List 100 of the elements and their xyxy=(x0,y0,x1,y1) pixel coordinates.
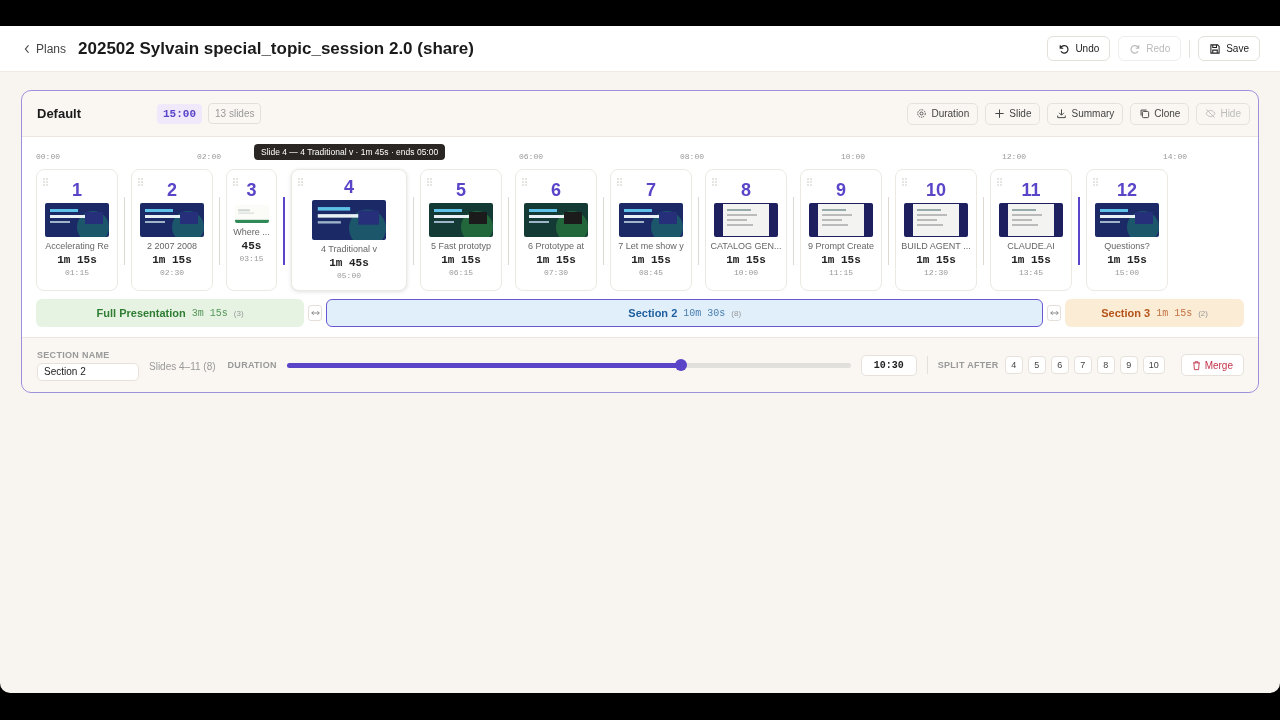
slide-number: 7 xyxy=(646,179,656,201)
resize-icon xyxy=(310,310,320,316)
chevron-left-icon xyxy=(24,43,30,54)
split-option-button[interactable]: 7 xyxy=(1073,356,1092,374)
slide-number: 8 xyxy=(741,179,751,201)
slide-card[interactable]: 6 6 Prototype at 1m 15s 07:30 xyxy=(515,169,597,291)
eye-off-icon xyxy=(1205,108,1217,119)
slide-card[interactable]: 3 Where ... 45s 03:15 xyxy=(226,169,277,291)
split-option-button[interactable]: 6 xyxy=(1050,356,1069,374)
slide-card[interactable]: 9 9 Prompt Create 1m 15s 11:15 xyxy=(800,169,882,291)
slide-end-time: 06:15 xyxy=(449,268,473,277)
section-name-field[interactable]: Section 2 xyxy=(37,362,139,381)
tool-button[interactable]: Duration xyxy=(907,102,979,125)
drag-handle-icon xyxy=(522,178,527,186)
slide-number: 5 xyxy=(456,179,466,201)
section-name: Section 3 xyxy=(1101,307,1151,319)
drag-handle-icon xyxy=(298,178,303,186)
slide-title: 7 Let me show y xyxy=(618,241,684,251)
slider-thumb[interactable] xyxy=(675,358,688,371)
split-after-label: SPLIT AFTER xyxy=(937,360,999,370)
split-option-button[interactable]: 8 xyxy=(1096,356,1115,374)
slide-card[interactable]: 5 5 Fast prototyp 1m 15s 06:15 xyxy=(420,169,502,291)
drag-handle-icon xyxy=(902,178,907,186)
plus-icon xyxy=(994,108,1006,119)
slide-card[interactable]: 2 2 2007 2008 1m 15s 02:30 xyxy=(131,169,213,291)
time-tick: 00:00 xyxy=(36,152,60,161)
plan-name: Default xyxy=(37,106,83,121)
resize-handle[interactable] xyxy=(308,305,323,321)
slide-title: 6 Prototype at xyxy=(527,241,584,251)
section-slide-count: (3) xyxy=(233,308,244,318)
drag-handle-icon xyxy=(1093,178,1098,186)
slide-count-badge: 13 slides xyxy=(208,103,262,124)
duration-value-field[interactable]: 10:30 xyxy=(860,354,917,376)
split-option-button[interactable]: 5 xyxy=(1027,356,1046,374)
tool-button[interactable]: Slide xyxy=(985,102,1041,125)
undo-icon xyxy=(1058,42,1071,55)
copy-icon xyxy=(1139,108,1151,119)
plan-title: 202502 Sylvain special_topic_session 2.0 (share) xyxy=(78,38,474,59)
slide-end-time: 07:30 xyxy=(544,268,568,277)
download-icon xyxy=(1056,108,1068,119)
section-name-label: SECTION NAME xyxy=(37,349,111,360)
resize-handle[interactable] xyxy=(1047,305,1062,321)
slide-end-time: 10:00 xyxy=(734,268,758,277)
section-bar[interactable]: Full Presentation 3m 15s (3) xyxy=(36,299,305,327)
drag-handle-icon xyxy=(427,178,432,186)
slide-number: 9 xyxy=(836,179,846,201)
slide-range: Slides 4–11 (8) xyxy=(149,360,216,372)
split-option-button[interactable]: 9 xyxy=(1119,356,1138,374)
drag-handle-icon xyxy=(43,178,48,186)
total-time-badge: 15:00 xyxy=(157,103,202,124)
slide-duration: 1m 45s xyxy=(329,257,369,269)
trash-icon xyxy=(1191,359,1201,371)
slide-card[interactable]: 10 BUILD AGENT ... 1m 15s 12:30 xyxy=(895,169,977,291)
slide-number: 12 xyxy=(1117,179,1137,201)
merge-button[interactable]: Merge xyxy=(1180,354,1244,376)
gear-icon xyxy=(916,108,928,119)
section-bar[interactable]: Section 2 10m 30s (8) xyxy=(326,299,1044,327)
slide-duration: 1m 15s xyxy=(1011,254,1051,266)
section-bar[interactable]: Section 3 1m 15s (2) xyxy=(1065,299,1244,327)
slide-card[interactable]: 8 CATALOG GEN... 1m 15s 10:00 xyxy=(705,169,787,291)
section-slide-count: (2) xyxy=(1198,308,1208,318)
slide-duration: 1m 15s xyxy=(821,254,861,266)
slide-title: 2 2007 2008 xyxy=(146,241,198,251)
slide-duration: 1m 15s xyxy=(152,254,192,266)
drag-handle-icon xyxy=(138,178,143,186)
slide-end-time: 05:00 xyxy=(337,271,361,280)
duration-slider[interactable] xyxy=(286,362,851,368)
slide-card[interactable]: 11 CLAUDE.AI 1m 15s 13:45 xyxy=(990,169,1072,291)
tool-button[interactable]: Clone xyxy=(1130,102,1190,125)
section-duration: 1m 15s xyxy=(1156,307,1193,319)
back-link[interactable]: Plans xyxy=(24,41,67,56)
tool-button[interactable]: Summary xyxy=(1047,102,1124,125)
slide-end-time: 13:45 xyxy=(1019,268,1043,277)
slide-number: 3 xyxy=(246,179,257,201)
slide-end-time: 02:30 xyxy=(160,268,184,277)
slide-title: CATALOG GEN... xyxy=(710,241,782,251)
slide-card[interactable]: 12 Questions? 1m 15s 15:00 xyxy=(1086,169,1168,291)
time-tick: 08:00 xyxy=(680,152,704,161)
slide-end-time: 01:15 xyxy=(65,268,89,277)
time-tick: 14:00 xyxy=(1163,152,1187,161)
section-slide-count: (8) xyxy=(731,308,742,318)
section-name: Full Presentation xyxy=(96,307,186,319)
drag-handle-icon xyxy=(807,178,812,186)
save-icon xyxy=(1209,42,1222,55)
tooltip: Slide 4 — 4 Traditional v · 1m 45s · ends 05:00 xyxy=(254,144,446,160)
slide-card[interactable]: 1 Accelerating Re 1m 15s 01:15 xyxy=(36,169,118,291)
time-tick: 02:00 xyxy=(197,152,221,161)
save-button[interactable]: Save xyxy=(1198,36,1260,61)
redo-icon xyxy=(1129,42,1142,55)
slide-number: 6 xyxy=(551,179,561,201)
split-option-button[interactable]: 10 xyxy=(1142,356,1165,374)
drag-handle-icon xyxy=(233,178,238,186)
undo-button[interactable]: Undo xyxy=(1047,36,1111,61)
slide-card[interactable]: 7 7 Let me show y 1m 15s 08:45 xyxy=(610,169,692,291)
section-duration: 3m 15s xyxy=(191,307,228,319)
slide-number: 2 xyxy=(167,179,177,201)
slide-number: 4 xyxy=(344,176,354,198)
split-option-button[interactable]: 4 xyxy=(1004,356,1023,374)
section-duration: 10m 30s xyxy=(683,307,726,319)
time-tick: 06:00 xyxy=(519,152,543,161)
